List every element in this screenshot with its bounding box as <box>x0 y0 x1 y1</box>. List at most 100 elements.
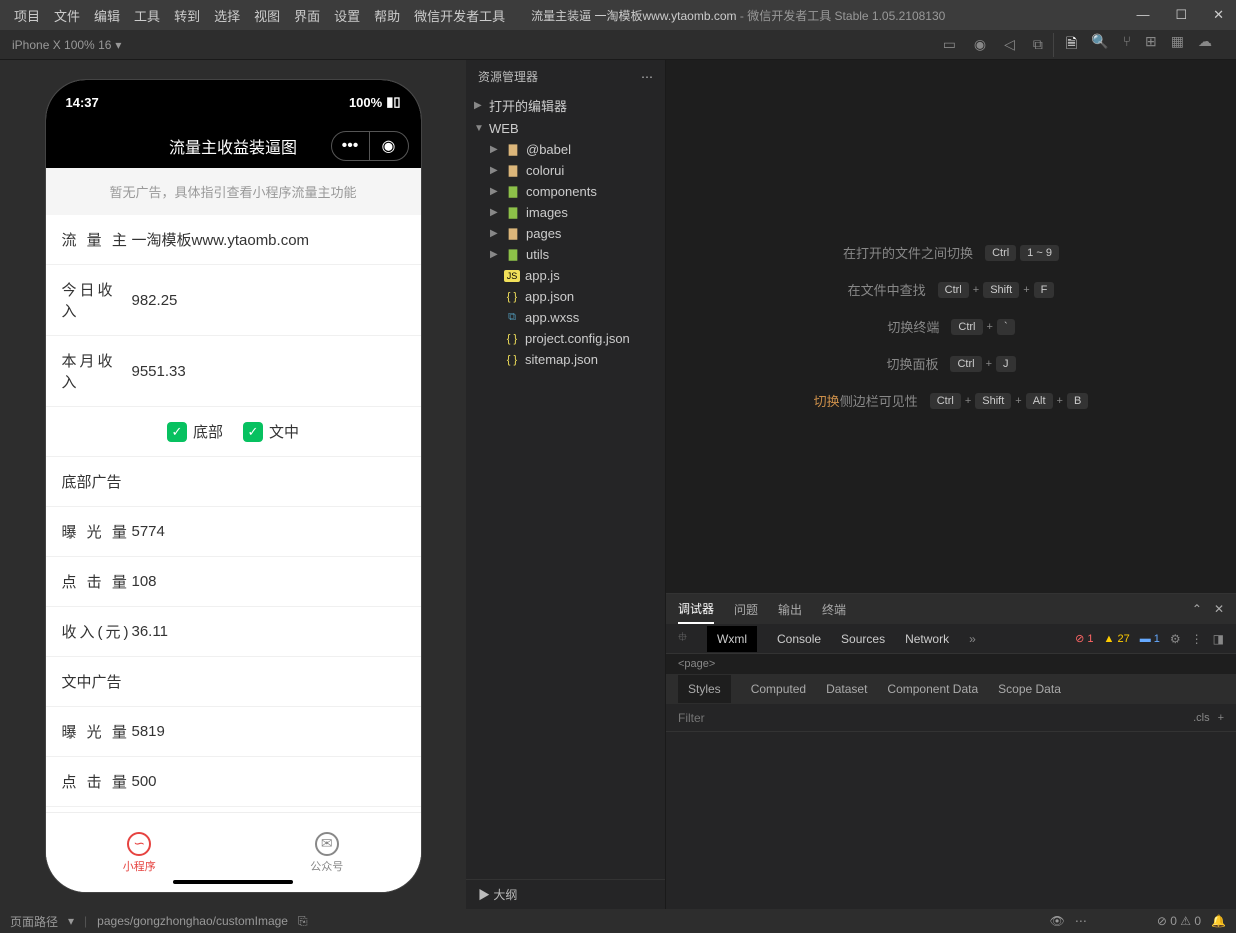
style-tab[interactable]: Dataset <box>826 682 867 696</box>
capsule-menu-button[interactable]: ••• <box>332 132 370 160</box>
warning-badge[interactable]: ▲ 27 <box>1104 633 1130 645</box>
tree-folder[interactable]: ▶▇pages <box>466 223 665 244</box>
cls-toggle[interactable]: .cls <box>1193 712 1210 724</box>
tree-file[interactable]: { }project.config.json <box>466 328 665 349</box>
detach-icon[interactable]: ⧉ <box>1033 36 1043 53</box>
data-row: 曝 光 量5774 <box>46 507 421 557</box>
extensions-icon[interactable]: ⊞ <box>1145 33 1157 57</box>
more-tabs-icon[interactable]: » <box>969 632 976 646</box>
eye-icon[interactable]: 👁 <box>1050 914 1065 928</box>
devtools-subtab[interactable]: Network <box>905 632 949 646</box>
phone-frame: 14:37 100% ▮▯ 流量主收益装逼图 ••• ◉ 暂无广告，具体指引查看… <box>46 80 421 892</box>
menu-item[interactable]: 文件 <box>48 2 86 29</box>
tree-folder[interactable]: ▶▇utils <box>466 244 665 265</box>
branch-icon[interactable]: ⑂ <box>1123 33 1131 57</box>
inspect-icon[interactable]: ⯐ <box>678 628 687 649</box>
tree-folder[interactable]: ▶▇images <box>466 202 665 223</box>
tree-opened-editors[interactable]: ▶打开的编辑器 <box>466 93 665 118</box>
hint-row: 在打开的文件之间切换Ctrl1 ~ 9 <box>843 243 1059 262</box>
tree-folder[interactable]: ▶▇colorui <box>466 160 665 181</box>
style-tab[interactable]: Scope Data <box>998 682 1061 696</box>
cell-label: 点 击 量 <box>62 571 132 592</box>
error-badge[interactable]: ⊘ 1 <box>1075 632 1093 645</box>
devtools-subtab[interactable]: Console <box>777 632 821 646</box>
problems-count[interactable]: ⊘ 0 ⚠ 0 <box>1157 914 1201 928</box>
file-icon: ⧉ <box>504 311 520 324</box>
tree-file[interactable]: { }app.json <box>466 286 665 307</box>
key: Ctrl <box>951 319 982 335</box>
file-icon: { } <box>504 333 520 345</box>
file-icon: { } <box>504 291 520 303</box>
cell-label: 流 量 主 <box>62 229 132 250</box>
tree-file[interactable]: JSapp.js <box>466 265 665 286</box>
key: Shift <box>983 282 1019 298</box>
explorer-title: 资源管理器 <box>478 68 538 85</box>
menu-item[interactable]: 项目 <box>8 2 46 29</box>
hint-row: 切换面板Ctrl+J <box>886 354 1015 373</box>
tab-label: 公众号 <box>310 858 343 874</box>
close-button[interactable]: ✕ <box>1209 5 1228 25</box>
menu-item[interactable]: 微信开发者工具 <box>408 2 511 29</box>
chevron-down-icon: ▾ <box>115 38 121 52</box>
data-row: 本月收入9551.33 <box>46 336 421 407</box>
home-indicator <box>173 880 293 884</box>
menu-item[interactable]: 转到 <box>168 2 206 29</box>
device-selector[interactable]: iPhone X 100% 16▾ <box>12 38 121 52</box>
more-icon[interactable]: ⋯ <box>641 70 653 84</box>
maximize-button[interactable]: ☐ <box>1171 5 1191 25</box>
explorer-icon[interactable]: 🗎 <box>1066 33 1077 57</box>
menu-item[interactable]: 视图 <box>248 2 286 29</box>
style-filter-input[interactable] <box>678 711 1193 725</box>
menu-item[interactable]: 编辑 <box>88 2 126 29</box>
devtools-tab[interactable]: 调试器 <box>678 600 714 624</box>
broadcast-icon[interactable]: ◁ <box>1004 36 1015 53</box>
minimize-button[interactable]: — <box>1132 5 1153 25</box>
status-time: 14:37 <box>66 95 99 110</box>
gear-icon[interactable]: ⚙ <box>1170 632 1181 646</box>
cell-value: 108 <box>132 573 157 590</box>
chevron-down-icon[interactable]: ▾ <box>68 914 74 928</box>
tree-folder[interactable]: ▶▇components <box>466 181 665 202</box>
checkbox-option[interactable]: ✓底部 <box>167 421 223 442</box>
tree-root[interactable]: ▼WEB <box>466 118 665 139</box>
close-icon[interactable]: ✕ <box>1214 602 1224 616</box>
search-icon[interactable]: 🔍 <box>1091 33 1108 57</box>
device-icon[interactable]: ▭ <box>943 36 956 53</box>
tree-file[interactable]: ⧉app.wxss <box>466 307 665 328</box>
cell-value: 一淘模板www.ytaomb.com <box>132 229 310 250</box>
devtools-tab[interactable]: 问题 <box>734 601 758 618</box>
checkbox-option[interactable]: ✓文中 <box>243 421 299 442</box>
record-icon[interactable]: ◉ <box>974 36 986 53</box>
wxml-content[interactable]: <page> <box>666 654 1236 674</box>
bell-icon[interactable]: 🔔 <box>1211 914 1226 928</box>
debug-icon[interactable]: ▦ <box>1171 33 1184 57</box>
style-tab[interactable]: Component Data <box>887 682 978 696</box>
menu-item[interactable]: 设置 <box>328 2 366 29</box>
style-tab[interactable]: Computed <box>751 682 806 696</box>
menu-item[interactable]: 界面 <box>288 2 326 29</box>
page-path[interactable]: pages/gongzhonghao/customImage <box>97 914 288 928</box>
chevron-up-icon[interactable]: ⌃ <box>1192 602 1202 616</box>
new-style-button[interactable]: + <box>1218 712 1224 724</box>
info-badge[interactable]: ▬ 1 <box>1140 633 1160 645</box>
devtools-tab[interactable]: 输出 <box>778 601 802 618</box>
menu-item[interactable]: 工具 <box>128 2 166 29</box>
devtools-tab[interactable]: 终端 <box>822 601 846 618</box>
cell-label: 曝 光 量 <box>62 521 132 542</box>
outline-section[interactable]: ▶ 大纲 <box>466 879 665 909</box>
dock-icon[interactable]: ◨ <box>1213 632 1224 646</box>
more-icon[interactable]: ⋯ <box>1075 914 1087 928</box>
menu-item[interactable]: 选择 <box>208 2 246 29</box>
menubar: 项目文件编辑工具转到选择视图界面设置帮助微信开发者工具 <box>8 2 511 29</box>
copy-icon[interactable]: ⎘ <box>298 914 308 929</box>
folder-icon: ▇ <box>505 143 521 156</box>
menu-item[interactable]: 帮助 <box>368 2 406 29</box>
tree-file[interactable]: { }sitemap.json <box>466 349 665 370</box>
devtools-subtab[interactable]: Sources <box>841 632 885 646</box>
devtools-subtab[interactable]: Wxml <box>707 626 757 652</box>
cloud-icon[interactable]: ☁ <box>1198 33 1212 57</box>
capsule-close-button[interactable]: ◉ <box>370 132 408 160</box>
style-tab[interactable]: Styles <box>678 675 731 703</box>
tree-folder[interactable]: ▶▇@babel <box>466 139 665 160</box>
kebab-icon[interactable]: ⋮ <box>1191 632 1203 646</box>
